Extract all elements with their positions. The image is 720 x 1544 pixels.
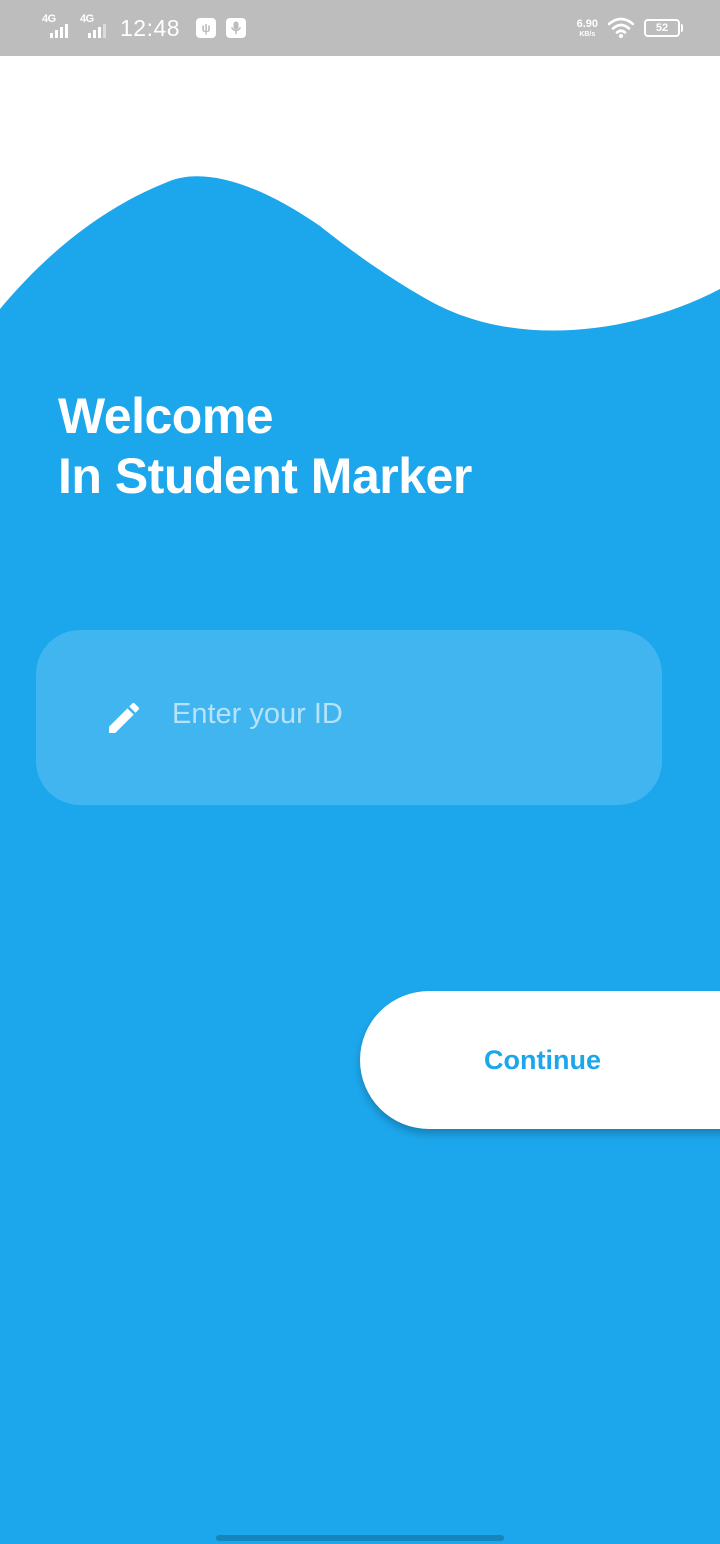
welcome-title-line2: In Student Marker: [58, 448, 472, 504]
continue-button[interactable]: Continue: [360, 991, 720, 1129]
mic-icon: [226, 18, 247, 38]
id-input[interactable]: [172, 690, 612, 738]
clock: 12:48: [120, 14, 181, 41]
header-wave: [0, 56, 720, 331]
continue-button-label: Continue: [484, 1044, 601, 1075]
welcome-title-line1: Welcome: [58, 388, 274, 444]
usb-icon: ψ: [196, 18, 217, 38]
home-indicator[interactable]: [216, 1535, 504, 1541]
signal-icon: 4G: [42, 14, 76, 42]
battery-level: 52: [655, 22, 669, 34]
status-bar: 4G 4G 12:48 ψ 6.90 KB/s 52: [0, 0, 720, 56]
network-speed-value: 6.90: [576, 17, 598, 30]
pencil-icon: [109, 702, 140, 733]
welcome-title: Welcome In Student Marker: [58, 386, 472, 506]
status-bar-left: 4G 4G 12:48 ψ: [42, 0, 256, 56]
network-speed-unit: KB/s: [579, 30, 596, 38]
app-screen: 4G 4G 12:48 ψ 6.90 KB/s 52 Welcome In St…: [0, 0, 720, 1544]
wifi-icon: [608, 17, 634, 38]
status-bar-right: 6.90 KB/s 52: [576, 0, 683, 56]
signal-icon-secondary: 4G: [80, 14, 114, 42]
battery-icon: 52: [644, 19, 683, 37]
network-speed: 6.90 KB/s: [576, 17, 598, 38]
